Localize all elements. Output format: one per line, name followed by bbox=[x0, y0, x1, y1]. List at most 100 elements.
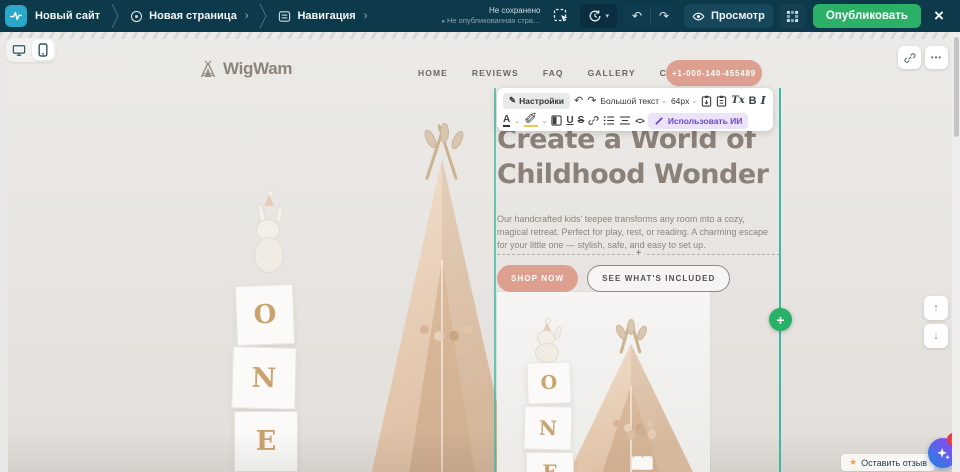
publish-button[interactable]: Опубликовать bbox=[813, 4, 921, 28]
device-toggle bbox=[6, 38, 56, 62]
nav-link-faq[interactable]: FAQ bbox=[543, 68, 564, 78]
align-button[interactable] bbox=[619, 115, 631, 126]
paste-style-icon bbox=[701, 95, 712, 107]
redo-button[interactable]: ↷ bbox=[587, 94, 596, 107]
desktop-view-button[interactable] bbox=[8, 40, 30, 60]
bold-button[interactable]: B bbox=[749, 95, 757, 107]
prop-stick bbox=[633, 440, 634, 458]
highlight-color-button[interactable]: ✐ bbox=[524, 115, 537, 127]
copy-style-icon bbox=[716, 95, 727, 107]
site-logo[interactable]: WigWam bbox=[198, 59, 292, 79]
block-more-button[interactable]: ••• bbox=[925, 46, 948, 69]
strikethrough-button[interactable]: S bbox=[578, 115, 585, 126]
clear-format-button[interactable]: Tx bbox=[731, 95, 744, 106]
caret-down-icon: ⌄ bbox=[542, 117, 548, 125]
cube-letter: N bbox=[251, 362, 276, 394]
nav-link-home[interactable]: HOME bbox=[418, 68, 448, 78]
scrollbar-track bbox=[952, 32, 960, 472]
undo-button[interactable]: ↶ bbox=[574, 94, 583, 107]
hero-paragraph[interactable]: Our handcrafted kids' teepee transforms … bbox=[497, 213, 774, 252]
move-controls: ↑ ↓ bbox=[924, 296, 948, 348]
prop-stick bbox=[642, 437, 643, 458]
preview-button[interactable]: Просмотр bbox=[684, 4, 773, 28]
chevron-right-icon: › bbox=[364, 10, 368, 22]
shop-now-button[interactable]: SHOP NOW bbox=[497, 265, 578, 292]
cta-row: SHOP NOW SEE WHAT'S INCLUDED bbox=[497, 265, 730, 292]
background-fill-button[interactable] bbox=[551, 115, 562, 126]
align-center-icon bbox=[619, 115, 631, 126]
paste-style-button[interactable] bbox=[701, 95, 712, 107]
settings-button[interactable]: ✎ Настройки bbox=[503, 93, 570, 109]
caret-down-icon: ▾ bbox=[605, 12, 609, 20]
move-block-down-button[interactable]: ↓ bbox=[924, 324, 948, 348]
select-frame-tool-button[interactable] bbox=[549, 4, 573, 28]
code-button[interactable]: <> bbox=[635, 116, 644, 126]
breadcrumb-navigation[interactable]: Навигация › bbox=[278, 10, 367, 23]
floor-shadow bbox=[8, 430, 952, 472]
toolbar-row-1: ✎ Настройки ↶ ↷ Большой текст ⌄ 64px ⌄ T… bbox=[503, 91, 767, 110]
teepee-illustration bbox=[565, 334, 697, 472]
text-color-button[interactable]: A bbox=[503, 115, 510, 127]
cube-letter: O bbox=[253, 300, 277, 331]
mobile-icon bbox=[38, 43, 48, 57]
letter-cube: O bbox=[526, 361, 571, 405]
history-button[interactable]: ▾ bbox=[580, 4, 617, 28]
status-dot-icon: ● bbox=[441, 19, 445, 25]
add-block-divider: + bbox=[497, 254, 780, 255]
font-size-dropdown[interactable]: 64px ⌄ bbox=[671, 96, 697, 106]
arrow-up-icon: ↑ bbox=[933, 302, 939, 314]
block-selection-left-edge bbox=[494, 88, 496, 472]
add-block-plus-icon[interactable]: + bbox=[633, 249, 645, 259]
sparkles-icon bbox=[936, 446, 951, 461]
pencil-icon: ✎ bbox=[509, 95, 516, 106]
letter-cube: N bbox=[231, 346, 297, 410]
history-icon bbox=[588, 9, 602, 23]
site-canvas: O N E WigWam HOME REVIEWS FA bbox=[8, 39, 952, 472]
redo-button[interactable]: ↷ bbox=[651, 4, 677, 28]
nav-link-reviews[interactable]: REVIEWS bbox=[472, 68, 519, 78]
text-toolbar: ✎ Настройки ↶ ↷ Большой текст ⌄ 64px ⌄ T… bbox=[497, 88, 773, 131]
see-whats-included-button[interactable]: SEE WHAT'S INCLUDED bbox=[587, 265, 730, 292]
fill-square-icon bbox=[551, 115, 562, 126]
block-link-button[interactable] bbox=[898, 46, 921, 69]
block-selection-right-edge bbox=[779, 88, 781, 472]
copy-style-button[interactable] bbox=[716, 95, 727, 107]
use-ai-button[interactable]: Использовать ИИ bbox=[648, 113, 749, 129]
star-icon: ★ bbox=[849, 457, 857, 468]
builder-logo-icon[interactable] bbox=[5, 5, 27, 27]
undo-button[interactable]: ↶ bbox=[624, 4, 650, 28]
breadcrumb-separator bbox=[258, 3, 268, 29]
list-icon bbox=[603, 115, 615, 126]
page-icon bbox=[130, 10, 143, 23]
site-logo-text: WigWam bbox=[223, 59, 292, 79]
text-style-dropdown[interactable]: Большой текст ⌄ bbox=[600, 96, 667, 106]
hero-image-block[interactable]: O N E bbox=[497, 292, 710, 472]
cube-letter: O bbox=[540, 372, 557, 395]
mobile-view-button[interactable] bbox=[32, 40, 54, 60]
apps-button[interactable] bbox=[780, 4, 806, 28]
chevron-right-icon: › bbox=[245, 10, 249, 22]
link-button[interactable] bbox=[588, 115, 599, 126]
desktop-icon bbox=[12, 44, 26, 57]
breadcrumb-site[interactable]: Новый сайт bbox=[35, 10, 100, 22]
caret-down-icon: ⌄ bbox=[691, 97, 697, 105]
move-block-up-button[interactable]: ↑ bbox=[924, 296, 948, 320]
block-controls: ••• bbox=[898, 46, 948, 69]
caret-down-icon: ⌄ bbox=[661, 97, 667, 105]
scrollbar-thumb[interactable] bbox=[954, 37, 959, 137]
editor-app: Новый сайт Новая страница › Навигация › … bbox=[0, 0, 960, 472]
arrow-down-icon: ↓ bbox=[933, 330, 939, 342]
link-icon bbox=[904, 52, 916, 64]
phone-button[interactable]: +1-000-140-455489 bbox=[666, 60, 762, 86]
list-button[interactable] bbox=[603, 115, 615, 126]
italic-button[interactable]: I bbox=[761, 94, 766, 107]
nav-link-gallery[interactable]: GALLERY bbox=[588, 68, 636, 78]
breadcrumb-page[interactable]: Новая страница › bbox=[130, 10, 248, 23]
leave-feedback-button[interactable]: ★ Оставить отзыв bbox=[841, 454, 935, 471]
close-button[interactable]: × bbox=[928, 6, 950, 26]
cake-prop bbox=[631, 456, 653, 470]
topbar: Новый сайт Новая страница › Навигация › … bbox=[0, 0, 960, 32]
add-element-button[interactable]: + bbox=[769, 308, 792, 331]
underline-button[interactable]: U bbox=[566, 115, 573, 126]
hero-heading[interactable]: Create a World of Childhood Wonder bbox=[497, 123, 784, 192]
